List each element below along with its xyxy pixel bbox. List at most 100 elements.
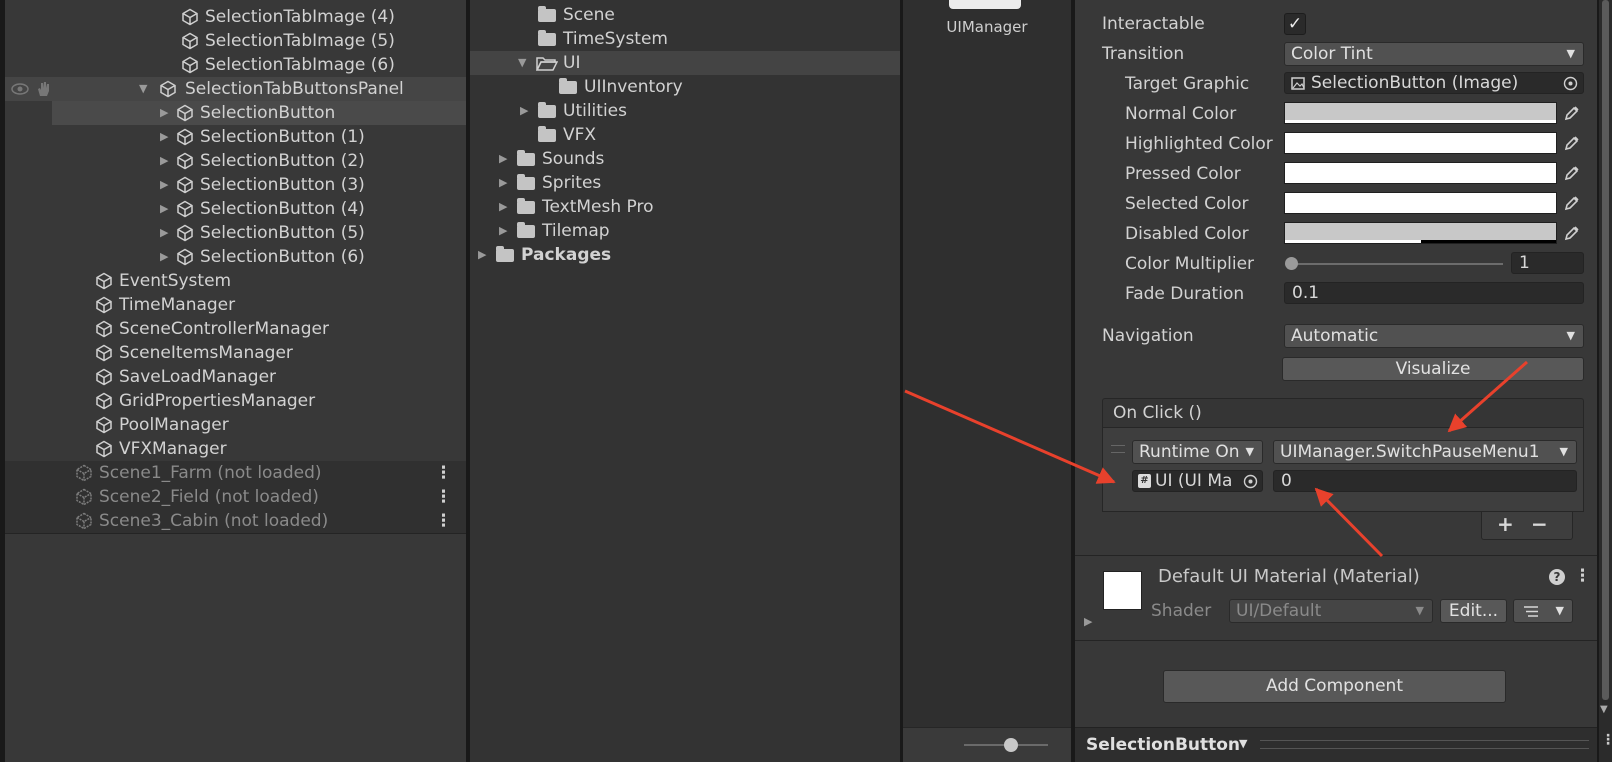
hierarchy-item[interactable]: ▶ SelectionButton (1) bbox=[5, 125, 466, 149]
add-component-button[interactable]: Add Component bbox=[1163, 670, 1506, 703]
pickable-hand-icon[interactable] bbox=[35, 81, 51, 97]
expand-arrow-icon[interactable]: ▼ bbox=[518, 51, 526, 75]
hierarchy-item[interactable]: ▶ SelectionButton (3) bbox=[5, 173, 466, 197]
project-folder[interactable]: Scene bbox=[470, 3, 900, 27]
collapse-arrow-icon[interactable]: ▶ bbox=[160, 149, 168, 173]
target-graphic-field[interactable]: SelectionButton (Image) bbox=[1284, 72, 1584, 94]
object-picker-icon[interactable] bbox=[1563, 76, 1578, 91]
collapse-arrow-icon[interactable]: ▶ bbox=[520, 99, 528, 123]
pressed-color-swatch[interactable] bbox=[1284, 162, 1557, 184]
hierarchy-item[interactable]: SceneControllerManager bbox=[5, 317, 466, 341]
argument-field[interactable]: 0 bbox=[1273, 470, 1577, 492]
highlighted-color-swatch[interactable] bbox=[1284, 132, 1557, 154]
menu-icon[interactable]: ⋮ bbox=[1601, 732, 1612, 748]
project-folder[interactable]: TimeSystem bbox=[470, 27, 900, 51]
chevron-down-icon[interactable]: ▼ bbox=[1239, 737, 1247, 750]
material-menu-icon[interactable]: ⋮ bbox=[1574, 566, 1591, 586]
material-foldout-icon[interactable]: ▶ bbox=[1084, 615, 1092, 628]
remove-event-button[interactable]: − bbox=[1531, 512, 1548, 536]
collapse-arrow-icon[interactable]: ▶ bbox=[160, 173, 168, 197]
shader-dropdown[interactable]: UI/Default ▼ bbox=[1229, 599, 1433, 623]
help-icon[interactable]: ? bbox=[1549, 569, 1565, 585]
transition-dropdown[interactable]: Color Tint ▼ bbox=[1284, 42, 1584, 66]
object-picker-icon[interactable] bbox=[1243, 474, 1258, 489]
fade-duration-field[interactable]: 0.1 bbox=[1284, 282, 1584, 304]
hierarchy-item[interactable]: PoolManager bbox=[5, 413, 466, 437]
eyedropper-icon[interactable] bbox=[1563, 164, 1581, 182]
project-folder[interactable]: ▶ Sounds bbox=[470, 147, 900, 171]
scene-menu-icon[interactable]: ⋮ bbox=[435, 461, 452, 485]
collapse-arrow-icon[interactable]: ▶ bbox=[499, 219, 507, 243]
hierarchy-item[interactable]: SelectionTabImage (4) bbox=[5, 5, 466, 29]
project-folder[interactable]: ▶ Packages bbox=[470, 243, 900, 267]
eyedropper-icon[interactable] bbox=[1563, 104, 1581, 122]
hierarchy-item-selected[interactable]: ▶ SelectionButton bbox=[52, 101, 466, 125]
asset-thumbnail[interactable] bbox=[949, 0, 1021, 9]
runtime-dropdown[interactable]: Runtime On ▼ bbox=[1132, 440, 1263, 464]
visibility-eye-icon[interactable] bbox=[11, 82, 29, 96]
hierarchy-item[interactable]: VFXManager bbox=[5, 437, 466, 461]
hierarchy-item[interactable]: SelectionTabImage (5) bbox=[5, 29, 466, 53]
project-folder[interactable]: ▶ Tilemap bbox=[470, 219, 900, 243]
function-dropdown[interactable]: UIManager.SwitchPauseMenu1 ▼ bbox=[1273, 440, 1577, 464]
project-folder[interactable]: ▶ TextMesh Pro bbox=[470, 195, 900, 219]
shader-options-dropdown[interactable]: ▼ bbox=[1513, 599, 1573, 623]
color-multiplier-handle[interactable] bbox=[1285, 257, 1298, 270]
scene-row[interactable]: Scene3_Cabin (not loaded) ⋮ bbox=[5, 509, 466, 534]
scene-menu-icon[interactable]: ⋮ bbox=[435, 509, 452, 533]
hierarchy-item[interactable]: GridPropertiesManager bbox=[5, 389, 466, 413]
hierarchy-item[interactable]: SceneItemsManager bbox=[5, 341, 466, 365]
drag-handle-icon[interactable] bbox=[1111, 445, 1125, 453]
selection-name-label[interactable]: SelectionButton bbox=[1086, 735, 1240, 755]
project-folder-selected[interactable]: ▼ UI bbox=[470, 51, 900, 75]
hierarchy-item[interactable]: ▶ SelectionButton (4) bbox=[5, 197, 466, 221]
collapse-arrow-icon[interactable]: ▶ bbox=[160, 221, 168, 245]
scrollbar-thumb[interactable] bbox=[1602, 0, 1609, 700]
color-multiplier-track[interactable] bbox=[1287, 263, 1503, 265]
splitter-handle[interactable] bbox=[1260, 740, 1589, 749]
edit-shader-button[interactable]: Edit... bbox=[1440, 599, 1507, 623]
hierarchy-item[interactable]: ▶ SelectionButton (2) bbox=[5, 149, 466, 173]
hierarchy-item[interactable]: ▶ SelectionButton (6) bbox=[5, 245, 466, 269]
navigation-dropdown[interactable]: Automatic ▼ bbox=[1284, 324, 1584, 348]
project-folder[interactable]: ▶ Sprites bbox=[470, 171, 900, 195]
chevron-down-icon: ▼ bbox=[1566, 329, 1575, 342]
hierarchy-item[interactable]: SaveLoadManager bbox=[5, 365, 466, 389]
folder-label: TimeSystem bbox=[563, 29, 668, 49]
zoom-slider-handle[interactable] bbox=[1004, 738, 1018, 752]
collapse-arrow-icon[interactable]: ▶ bbox=[160, 125, 168, 149]
collapse-arrow-icon[interactable]: ▶ bbox=[499, 195, 507, 219]
eyedropper-icon[interactable] bbox=[1563, 134, 1581, 152]
eyedropper-icon[interactable] bbox=[1563, 224, 1581, 242]
expand-arrow-icon[interactable]: ▼ bbox=[139, 77, 147, 101]
hierarchy-item[interactable]: TimeManager bbox=[5, 293, 466, 317]
hierarchy-item[interactable]: SelectionTabImage (6) bbox=[5, 53, 466, 77]
normal-color-swatch[interactable] bbox=[1284, 102, 1557, 124]
add-event-button[interactable]: + bbox=[1497, 512, 1514, 536]
project-folder[interactable]: UIInventory bbox=[470, 75, 900, 99]
project-folder[interactable]: VFX bbox=[470, 123, 900, 147]
eyedropper-icon[interactable] bbox=[1563, 194, 1581, 212]
target-object-field[interactable]: # UI (UI Ma bbox=[1132, 470, 1263, 492]
hierarchy-item[interactable]: EventSystem bbox=[5, 269, 466, 293]
collapse-arrow-icon[interactable]: ▶ bbox=[478, 243, 486, 267]
color-multiplier-field[interactable]: 1 bbox=[1511, 252, 1584, 274]
scene-menu-icon[interactable]: ⋮ bbox=[435, 485, 452, 509]
collapse-arrow-icon[interactable]: ▶ bbox=[160, 101, 168, 125]
hierarchy-item[interactable]: ▶ SelectionButton (5) bbox=[5, 221, 466, 245]
collapse-arrow-icon[interactable]: ▶ bbox=[499, 147, 507, 171]
disabled-color-swatch[interactable] bbox=[1284, 222, 1557, 244]
scroll-down-icon[interactable]: ▼ bbox=[1600, 704, 1608, 715]
collapse-arrow-icon[interactable]: ▶ bbox=[160, 197, 168, 221]
selected-color-swatch[interactable] bbox=[1284, 192, 1557, 214]
collapse-arrow-icon[interactable]: ▶ bbox=[160, 245, 168, 269]
project-folder[interactable]: ▶ Utilities bbox=[470, 99, 900, 123]
gameobject-cube-icon bbox=[182, 8, 198, 26]
scene-row[interactable]: Scene2_Field (not loaded) ⋮ bbox=[5, 485, 466, 510]
collapse-arrow-icon[interactable]: ▶ bbox=[499, 171, 507, 195]
hierarchy-item-panel[interactable]: ▼ SelectionTabButtonsPanel bbox=[5, 77, 466, 101]
visualize-button[interactable]: Visualize bbox=[1282, 357, 1584, 381]
interactable-checkbox[interactable]: ✓ bbox=[1284, 13, 1306, 35]
inspector-scrollbar[interactable]: ▼ ⋮ bbox=[1599, 0, 1612, 762]
scene-row[interactable]: Scene1_Farm (not loaded) ⋮ bbox=[5, 461, 466, 486]
